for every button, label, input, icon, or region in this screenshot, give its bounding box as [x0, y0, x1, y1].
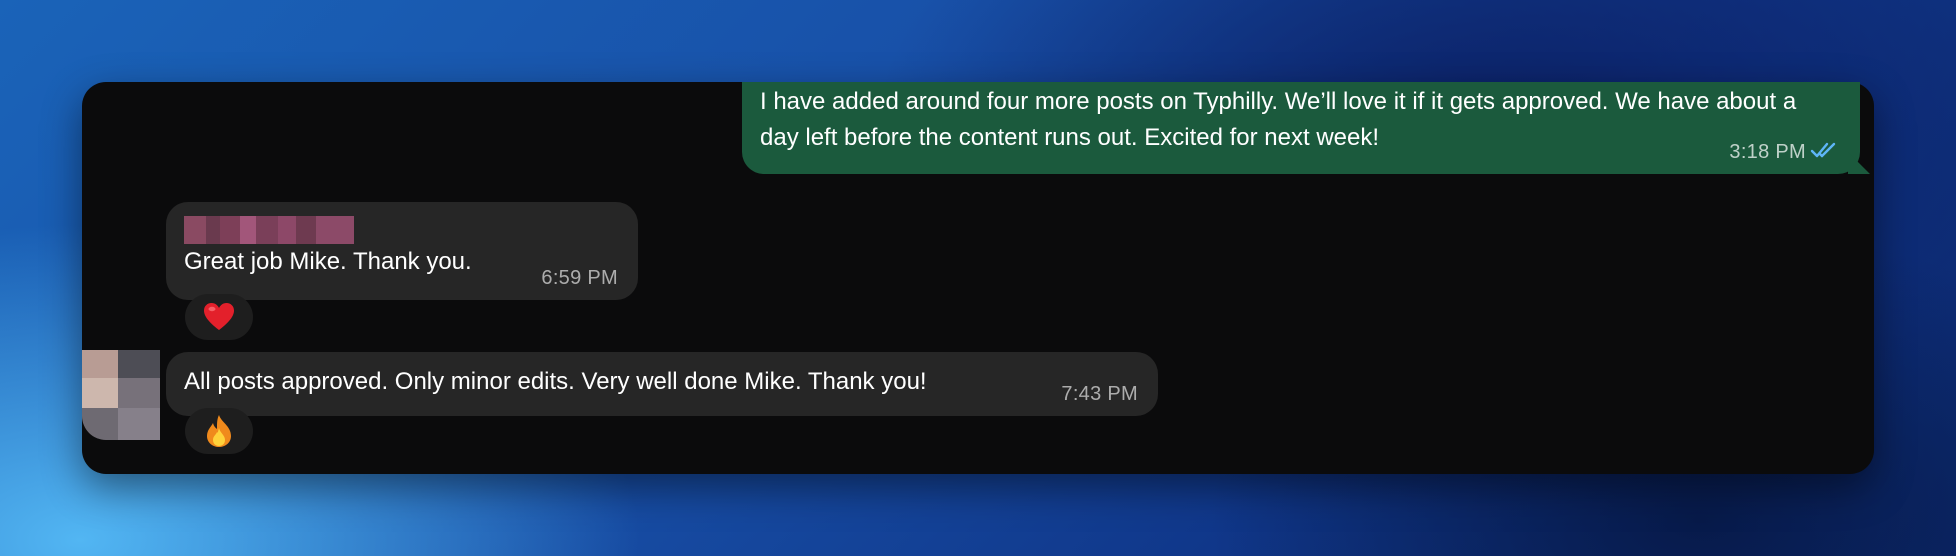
message-time: 7:43 PM: [1061, 383, 1138, 405]
message-time: 6:59 PM: [541, 267, 618, 289]
message-text: I have added around four more posts on T…: [760, 88, 1797, 151]
message-time: 3:18 PM: [1729, 141, 1806, 163]
double-check-icon: [1810, 142, 1836, 158]
blurred-sender-name[interactable]: [184, 216, 354, 244]
message-text: Great job Mike. Thank you.: [184, 248, 472, 275]
heart-reaction[interactable]: [185, 294, 253, 340]
fire-icon: [207, 415, 231, 447]
outgoing-message-bubble[interactable]: I have added around four more posts on T…: [742, 82, 1860, 174]
fire-reaction[interactable]: [185, 408, 253, 454]
incoming-message-bubble[interactable]: All posts approved. Only minor edits. Ve…: [166, 352, 1158, 416]
avatar[interactable]: [82, 350, 160, 440]
incoming-message-bubble[interactable]: Great job Mike. Thank you. 6:59 PM: [166, 202, 638, 300]
chat-window: I have added around four more posts on T…: [82, 82, 1874, 474]
message-text: All posts approved. Only minor edits. Ve…: [184, 368, 927, 395]
heart-icon: [204, 303, 234, 330]
